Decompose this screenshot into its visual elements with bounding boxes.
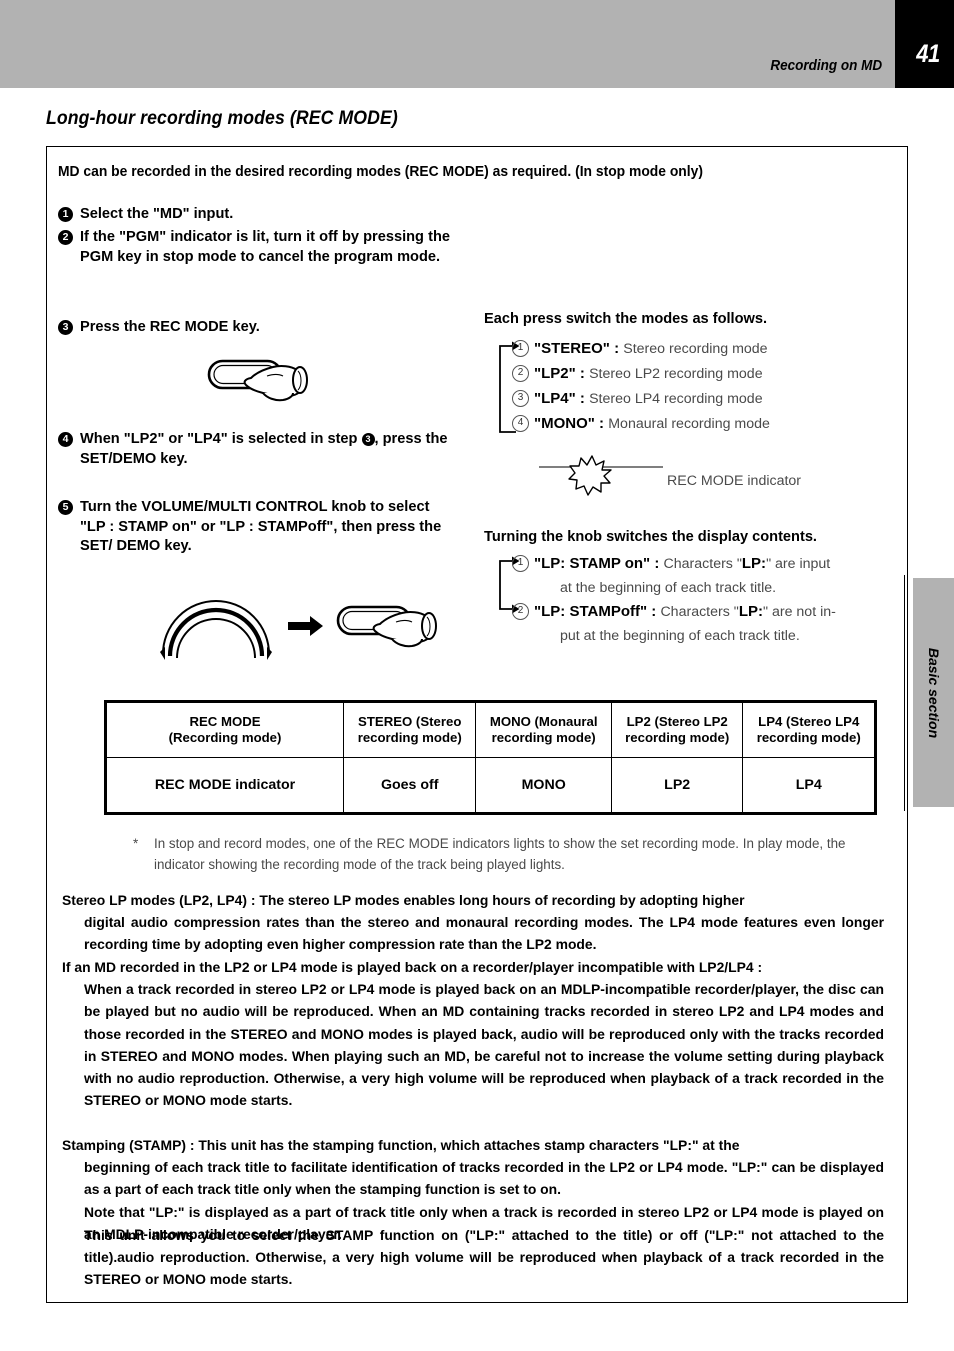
paragraph-body: digital audio compression rates than the…	[84, 914, 884, 953]
stamp-cycle-item-desc-1: Characters "	[663, 556, 742, 572]
mode-cycle-item-index: 1	[512, 340, 529, 357]
paragraph-body: This unit allows you to select the STAMP…	[84, 1227, 884, 1288]
mode-cycle-list: 1 "STEREO" : Stereo recording mode 2 "LP…	[500, 338, 900, 438]
header-section-title: Recording on MD	[770, 57, 882, 74]
mode-cycle-item-separator: :	[594, 415, 609, 432]
step-2-text: If the "PGM" indicator is lit, turn it o…	[80, 229, 450, 265]
mode-cycle-item-desc: Monaural recording mode	[608, 416, 770, 432]
page-title: Long-hour recording modes (REC MODE)	[46, 108, 398, 129]
mode-cycle-item-index: 3	[512, 390, 529, 407]
table-cell: REC MODE (Recording mode)	[104, 700, 344, 758]
step-3-number: 3	[58, 320, 73, 335]
page-number: 41	[916, 40, 940, 68]
stamp-cycle-item-name: "LP: STAMP on"	[534, 555, 651, 572]
paragraph-stereo-lp-modes: Stereo LP modes (LP2, LP4) : The stereo …	[62, 889, 884, 956]
mode-cycle-item: 3 "LP4" : Stereo LP4 recording mode	[500, 388, 900, 410]
table-cell: MONO	[475, 757, 612, 815]
mode-cycle-title: Each press switch the modes as follows.	[484, 311, 768, 327]
mode-cycle-item: 1 "STEREO" : Stereo recording mode	[500, 338, 900, 360]
mode-cycle-item-separator: :	[609, 340, 624, 357]
table-cell: LP4 (Stereo LP4 recording mode)	[742, 700, 877, 758]
paragraph-body: beginning of each track title to facilit…	[84, 1159, 884, 1198]
paragraph-line-1: If an MD recorded in the LP2 or LP4 mode…	[62, 959, 763, 975]
table-cell: LP2	[610, 757, 744, 815]
table-cell: LP4	[742, 757, 877, 815]
step-2-number: 2	[58, 230, 73, 245]
table-row: REC MODE indicator Goes off MONO LP2 LP4	[104, 757, 877, 815]
mode-cycle-item-desc: Stereo recording mode	[623, 341, 768, 357]
table-footnote: * In stop and record modes, one of the R…	[133, 833, 885, 875]
rotate-knob-then-press-icon	[160, 600, 437, 660]
press-key-illustration	[205, 352, 325, 413]
rec-mode-indicator-label: REC MODE indicator	[667, 473, 802, 489]
mode-cycle-item-name: "MONO"	[534, 415, 595, 432]
stamp-cycle-item-separator: :	[647, 603, 661, 620]
mode-cycle-item-name: "LP4"	[534, 390, 576, 407]
step-5: 5 Turn the VOLUME/MULTI CONTROL knob to …	[58, 498, 458, 557]
table-cell: STEREO (Stereo recording mode)	[342, 700, 477, 758]
step-4-step-reference: 3	[361, 433, 375, 446]
step-1-number: 1	[58, 207, 73, 222]
paragraph-line-1: Stamping (STAMP) : This unit has the sta…	[62, 1137, 740, 1153]
table-row: REC MODE (Recording mode) STEREO (Stereo…	[104, 700, 877, 758]
mode-cycle-item-desc: Stereo LP4 recording mode	[589, 391, 763, 407]
step-5-number: 5	[58, 500, 73, 515]
stamp-cycle-item-desc-2: " are not in-	[762, 604, 836, 620]
stamp-cycle-item-separator: :	[650, 555, 664, 572]
paragraph-incompatible-playback: If an MD recorded in the LP2 or LP4 mode…	[62, 956, 884, 1111]
step-4: 4 When "LP2" or "LP4" is selected in ste…	[58, 430, 458, 469]
stamp-cycle-item: 1 "LP: STAMP on" : Characters "LP:" are …	[500, 553, 905, 575]
stamp-cycle-item-desc-bold: LP:	[738, 603, 763, 620]
side-tab-label: Basic section	[925, 647, 942, 738]
stamp-cycle-item-index: 1	[512, 555, 529, 572]
mode-cycle-item-separator: :	[575, 390, 590, 407]
step-4-text: When "LP2" or "LP4" is selected in step …	[80, 430, 458, 469]
stamp-cycle-item-index: 2	[512, 603, 529, 620]
mode-cycle-item: 2 "LP2" : Stereo LP2 recording mode	[500, 363, 900, 385]
step-3-text: Press the REC MODE key.	[80, 319, 260, 335]
mode-cycle-item-separator: :	[575, 365, 590, 382]
step-4-number: 4	[58, 432, 73, 447]
indicator-burst-icon	[539, 455, 663, 496]
mode-cycle-item-desc: Stereo LP2 recording mode	[589, 366, 763, 382]
stamp-cycle-item-desc-2: " are input	[766, 556, 831, 572]
stamp-cycle-item: 2 "LP: STAMPoff" : Characters "LP:" are …	[500, 601, 905, 623]
table-cell: Goes off	[342, 757, 477, 815]
paragraph-line-1: Stereo LP modes (LP2, LP4) : The stereo …	[62, 892, 745, 908]
footnote-text: In stop and record modes, one of the REC…	[154, 836, 846, 872]
mode-cycle-item: 4 "MONO" : Monaural recording mode	[500, 413, 900, 435]
stamp-cycle-item-name: "LP: STAMPoff"	[534, 603, 648, 620]
mode-cycle-item-index: 2	[512, 365, 529, 382]
footnote-marker: *	[133, 836, 139, 851]
stamp-cycle-title: Turning the knob switches the display co…	[484, 529, 817, 545]
rec-mode-indicator-callout: REC MODE indicator	[539, 455, 899, 505]
table-cell: MONO (Monaural recording mode)	[475, 700, 612, 758]
side-tab-basic-section: Basic section	[913, 578, 954, 807]
stamp-cycle-item-desc-1: Characters "	[660, 604, 739, 620]
mode-cycle-item-name: "LP2"	[534, 365, 576, 382]
paragraph-stamp-select: This unit allows you to select the STAMP…	[62, 1224, 884, 1291]
step-1: 1 Select the "MD" input.	[58, 205, 458, 225]
paragraph-body: When a track recorded in stereo LP2 or L…	[84, 981, 884, 1109]
stamp-cycle-item-line2: put at the beginning of each track title…	[560, 628, 800, 644]
step-1-text: Select the "MD" input.	[80, 206, 234, 222]
step-4-text-before: When "LP2" or "LP4" is selected in step	[80, 431, 362, 447]
intro-text: MD can be recorded in the desired record…	[58, 164, 703, 180]
table-cell: REC MODE indicator	[104, 757, 344, 815]
step-5-text: Turn the VOLUME/MULTI CONTROL knob to se…	[80, 499, 442, 554]
stamp-cycle-list: 1 "LP: STAMP on" : Characters "LP:" are …	[500, 553, 905, 649]
step-2: 2 If the "PGM" indicator is lit, turn it…	[58, 228, 450, 267]
table-cell: LP2 (Stereo LP2 recording mode)	[610, 700, 744, 758]
stamp-cycle-item-line2: at the beginning of each track title.	[560, 580, 777, 596]
turn-knob-illustration	[158, 580, 448, 675]
mode-cycle-item-index: 4	[512, 415, 529, 432]
stamp-cycle-item-desc-bold: LP:	[741, 555, 767, 572]
hand-pressing-button-icon	[207, 359, 308, 402]
step-3: 3 Press the REC MODE key.	[58, 318, 458, 338]
mode-cycle-item-name: "STEREO"	[534, 340, 610, 357]
rec-mode-table: REC MODE (Recording mode) STEREO (Stereo…	[104, 700, 877, 815]
page-header-band	[0, 0, 954, 88]
